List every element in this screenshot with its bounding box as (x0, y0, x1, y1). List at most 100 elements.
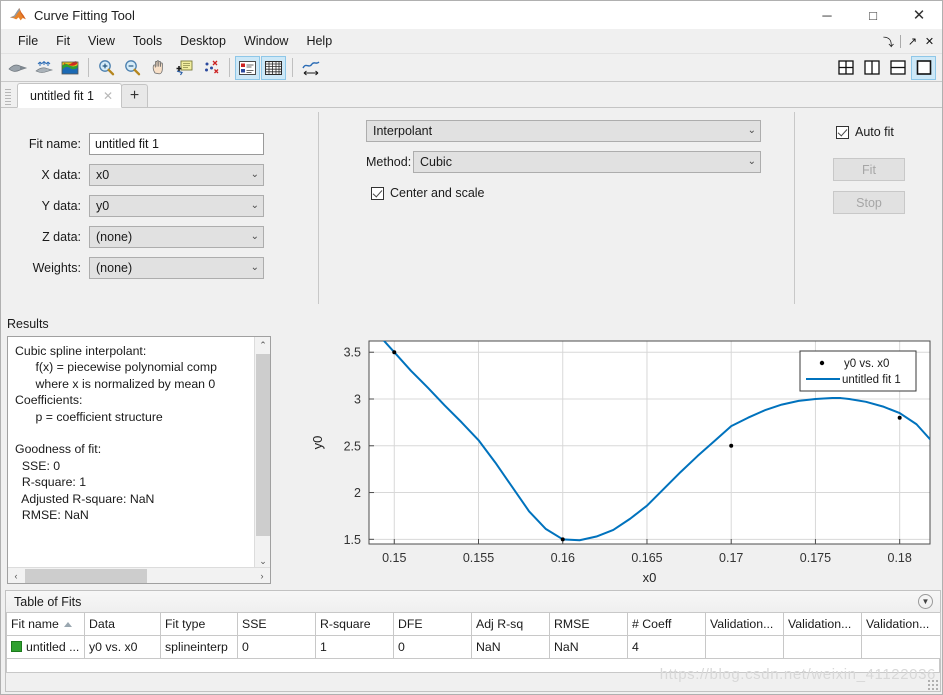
cell-validation-3[interactable] (861, 635, 941, 659)
tab-untitled-fit-1[interactable]: untitled fit 1 ✕ (17, 83, 122, 108)
fit-type-select[interactable]: Interpolant ⌄ (366, 120, 761, 142)
column-header-data[interactable]: Data (84, 612, 161, 636)
column-header-fit-name[interactable]: Fit name (6, 612, 85, 636)
scroll-up-icon[interactable]: ⌃ (255, 337, 270, 353)
cell-dfe[interactable]: 0 (393, 635, 472, 659)
column-header-dfe[interactable]: DFE (393, 612, 472, 636)
center-and-scale-label: Center and scale (390, 186, 485, 200)
center-and-scale-row[interactable]: Center and scale (371, 186, 485, 200)
fit-button[interactable]: Fit (833, 158, 905, 181)
column-header-fit-type[interactable]: Fit type (160, 612, 238, 636)
chevron-down-icon: ⌄ (250, 231, 259, 242)
menu-desktop[interactable]: Desktop (171, 32, 235, 50)
panel-close-icon[interactable]: ✕ (921, 32, 938, 52)
layout-horizontal-icon[interactable] (885, 56, 910, 80)
toolbar (1, 54, 942, 82)
svg-text:0.155: 0.155 (463, 551, 494, 565)
cell-sse[interactable]: 0 (237, 635, 316, 659)
fit-plot[interactable]: 0.15 0.155 0.16 0.165 0.17 0.175 0.18 1.5 2 2.5 3 3… (277, 317, 942, 584)
weights-select[interactable]: (none) ⌄ (89, 257, 264, 279)
data-cursor-icon[interactable] (172, 56, 197, 80)
fit-type-value: Interpolant (373, 124, 433, 138)
cell-validation-1[interactable] (705, 635, 784, 659)
menu-window[interactable]: Window (235, 32, 297, 50)
plot-panel[interactable]: 0.15 0.155 0.16 0.165 0.17 0.175 0.18 1.5 2 2.5 3 3… (277, 317, 942, 584)
cell-adj-r-sq[interactable]: NaN (471, 635, 550, 659)
svg-text:0.18: 0.18 (888, 551, 912, 565)
x-data-select[interactable]: x0 ⌄ (89, 164, 264, 186)
undock-arrow-icon[interactable]: ↗ (904, 32, 921, 52)
grid-icon[interactable] (261, 55, 286, 80)
column-header-num-coeff[interactable]: # Coeff (627, 612, 706, 636)
column-header-validation-3[interactable]: Validation... (861, 612, 941, 636)
cell-rmse[interactable]: NaN (549, 635, 628, 659)
stop-button[interactable]: Stop (833, 191, 905, 214)
window-title: Curve Fitting Tool (34, 7, 135, 23)
close-button[interactable]: ✕ (896, 1, 942, 29)
axes-limits-icon[interactable] (298, 56, 323, 80)
menu-view[interactable]: View (79, 32, 124, 50)
cell-r-square[interactable]: 1 (315, 635, 394, 659)
cell-validation-2[interactable] (783, 635, 862, 659)
layout-vertical-icon[interactable] (859, 56, 884, 80)
method-select[interactable]: Cubic ⌄ (413, 151, 761, 173)
layout-grid-icon[interactable] (833, 56, 858, 80)
cell-fit-name[interactable]: untitled ... (6, 635, 85, 659)
menu-file[interactable]: File (9, 32, 47, 50)
cell-num-coeff[interactable]: 4 (627, 635, 706, 659)
auto-fit-checkbox[interactable] (836, 125, 849, 139)
column-header-adj-r-sq[interactable]: Adj R-sq (471, 612, 550, 636)
matlab-icon (9, 7, 27, 23)
z-data-label: Z data: (42, 230, 81, 244)
minimize-button[interactable]: ─ (804, 1, 850, 29)
auto-fit-row[interactable]: Auto fit (836, 125, 894, 139)
resize-grip[interactable] (927, 679, 938, 690)
add-fit-button[interactable]: + (121, 84, 148, 107)
menu-tools[interactable]: Tools (124, 32, 171, 50)
fit-curve-icon[interactable] (5, 56, 30, 80)
surface-plot-icon[interactable] (57, 56, 82, 80)
z-data-select[interactable]: (none) ⌄ (89, 226, 264, 248)
collapse-icon[interactable]: ▼ (918, 594, 933, 609)
svg-text:x0: x0 (643, 570, 657, 584)
table-of-fits[interactable]: Fit name Data Fit type SSE R-square DFE … (6, 612, 941, 659)
layout-single-icon[interactable] (911, 55, 936, 80)
maximize-button[interactable]: □ (850, 1, 896, 29)
scroll-right-icon[interactable]: › (254, 568, 270, 583)
dock-controls: ⤵ ↗ ✕ (880, 29, 938, 54)
title-bar: Curve Fitting Tool ─ □ ✕ (1, 1, 942, 29)
y-data-select[interactable]: y0 ⌄ (89, 195, 264, 217)
exclude-outliers-icon[interactable] (31, 56, 56, 80)
column-header-validation-2[interactable]: Validation... (783, 612, 862, 636)
results-vertical-scrollbar[interactable]: ⌃ ⌄ (254, 337, 270, 569)
pan-icon[interactable] (146, 56, 171, 80)
svg-text:0.17: 0.17 (719, 551, 743, 565)
svg-text:3.5: 3.5 (344, 346, 361, 360)
zoom-out-icon[interactable] (120, 56, 145, 80)
fit-name-input[interactable]: untitled fit 1 (89, 133, 264, 155)
column-header-r-square[interactable]: R-square (315, 612, 394, 636)
dock-arrow-icon[interactable]: ⤵ (880, 32, 897, 52)
menu-fit[interactable]: Fit (47, 32, 79, 50)
cell-text: untitled ... (26, 640, 80, 654)
cell-data[interactable]: y0 vs. x0 (84, 635, 161, 659)
table-row[interactable]: untitled ... y0 vs. x0 splineinterp 0 1 … (6, 635, 941, 659)
legend-icon[interactable] (235, 55, 260, 80)
editor-separator-right (794, 112, 795, 304)
horizontal-scroll-thumb[interactable] (25, 569, 147, 583)
scroll-left-icon[interactable]: ‹ (8, 568, 24, 583)
tab-strip-grip[interactable] (4, 88, 13, 106)
column-header-validation-1[interactable]: Validation... (705, 612, 784, 636)
vertical-scroll-thumb[interactable] (256, 354, 270, 536)
menu-help[interactable]: Help (297, 32, 341, 50)
center-and-scale-checkbox[interactable] (371, 186, 384, 200)
results-horizontal-scrollbar[interactable]: ‹ › (8, 567, 270, 583)
column-header-sse[interactable]: SSE (237, 612, 316, 636)
svg-text:3: 3 (354, 393, 361, 407)
column-header-rmse[interactable]: RMSE (549, 612, 628, 636)
tab-close-icon[interactable]: ✕ (103, 89, 113, 103)
chevron-down-icon: ⌄ (250, 262, 259, 273)
zoom-in-icon[interactable] (94, 56, 119, 80)
cell-fit-type[interactable]: splineinterp (160, 635, 238, 659)
exclude-points-icon[interactable] (198, 56, 223, 80)
